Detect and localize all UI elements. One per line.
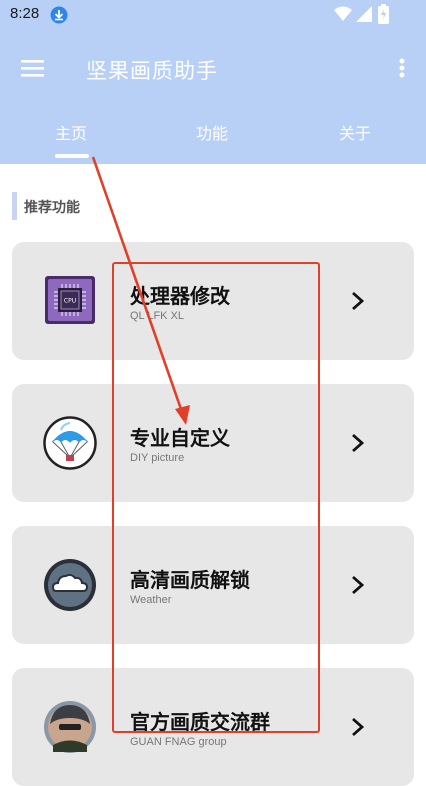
tab-bar: 主页 功能 关于 <box>0 110 426 164</box>
cloud-icon <box>44 559 96 611</box>
menu-icon[interactable] <box>18 54 48 82</box>
feature-card-diy[interactable]: 专业自定义 DIY picture <box>12 384 414 502</box>
card-subtitle: Weather <box>130 594 172 606</box>
chevron-right-icon <box>352 291 365 311</box>
chevron-right-icon <box>352 433 365 453</box>
tab-indicator <box>55 154 89 158</box>
tab-about[interactable]: 关于 <box>339 120 371 144</box>
feature-card-cpu[interactable]: CPU 处理器修改 QL LFK XL <box>12 242 414 360</box>
card-subtitle: GUAN FNAG group <box>130 736 227 748</box>
status-bar: 8:28 <box>0 0 426 30</box>
card-subtitle: QL LFK XL <box>130 310 185 322</box>
feature-card-hd[interactable]: 高清画质解锁 Weather <box>12 526 414 644</box>
chevron-right-icon <box>352 717 365 737</box>
feature-card-group[interactable]: 官方画质交流群 GUAN FNAG group <box>12 668 414 786</box>
section-accent-bar <box>12 192 17 220</box>
more-vert-icon[interactable] <box>392 54 412 82</box>
chevron-right-icon <box>352 575 365 595</box>
download-icon <box>50 6 68 24</box>
tab-features[interactable]: 功能 <box>196 120 228 144</box>
battery-icon <box>378 4 389 24</box>
section-title: 推荐功能 <box>24 200 80 216</box>
parachute-icon <box>43 416 97 470</box>
soldier-avatar-icon <box>44 701 96 753</box>
signal-icon <box>356 6 372 22</box>
app-bar: 坚果画质助手 <box>0 40 426 96</box>
status-icons <box>334 4 392 26</box>
tab-home[interactable]: 主页 <box>55 120 87 144</box>
svg-text:CPU: CPU <box>64 298 76 305</box>
status-time: 8:28 <box>10 5 40 22</box>
cpu-icon: CPU <box>45 276 95 324</box>
card-title: 处理器修改 <box>130 284 230 308</box>
card-subtitle: DIY picture <box>130 452 185 464</box>
app-header: 8:28 坚果画质助手 主页 功能 关于 <box>0 0 426 164</box>
card-title: 官方画质交流群 <box>130 710 270 734</box>
card-title: 专业自定义 <box>130 426 230 450</box>
app-title: 坚果画质助手 <box>86 59 218 83</box>
wifi-icon <box>334 6 352 21</box>
card-title: 高清画质解锁 <box>130 568 250 592</box>
